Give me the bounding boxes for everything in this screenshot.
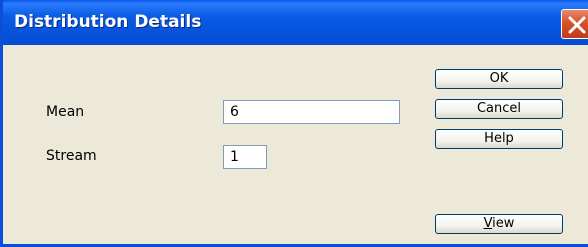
title-bar[interactable]: Distribution Details [3,0,588,45]
ok-button[interactable]: OK [435,69,563,89]
view-button-label: iew [492,216,515,231]
window-title: Distribution Details [14,12,202,32]
view-button-mnemonic: V [483,216,493,231]
view-button[interactable]: View [435,214,563,234]
dialog-window: Distribution Details Mean 6 Stream 1 OK … [0,0,588,247]
cancel-button[interactable]: Cancel [435,99,563,119]
help-button[interactable]: Help [435,129,563,149]
stream-label: Stream [46,148,97,164]
mean-label: Mean [46,104,85,120]
close-icon [568,16,586,34]
mean-input[interactable]: 6 [223,100,400,124]
close-button[interactable] [561,9,588,39]
stream-input[interactable]: 1 [223,145,267,169]
